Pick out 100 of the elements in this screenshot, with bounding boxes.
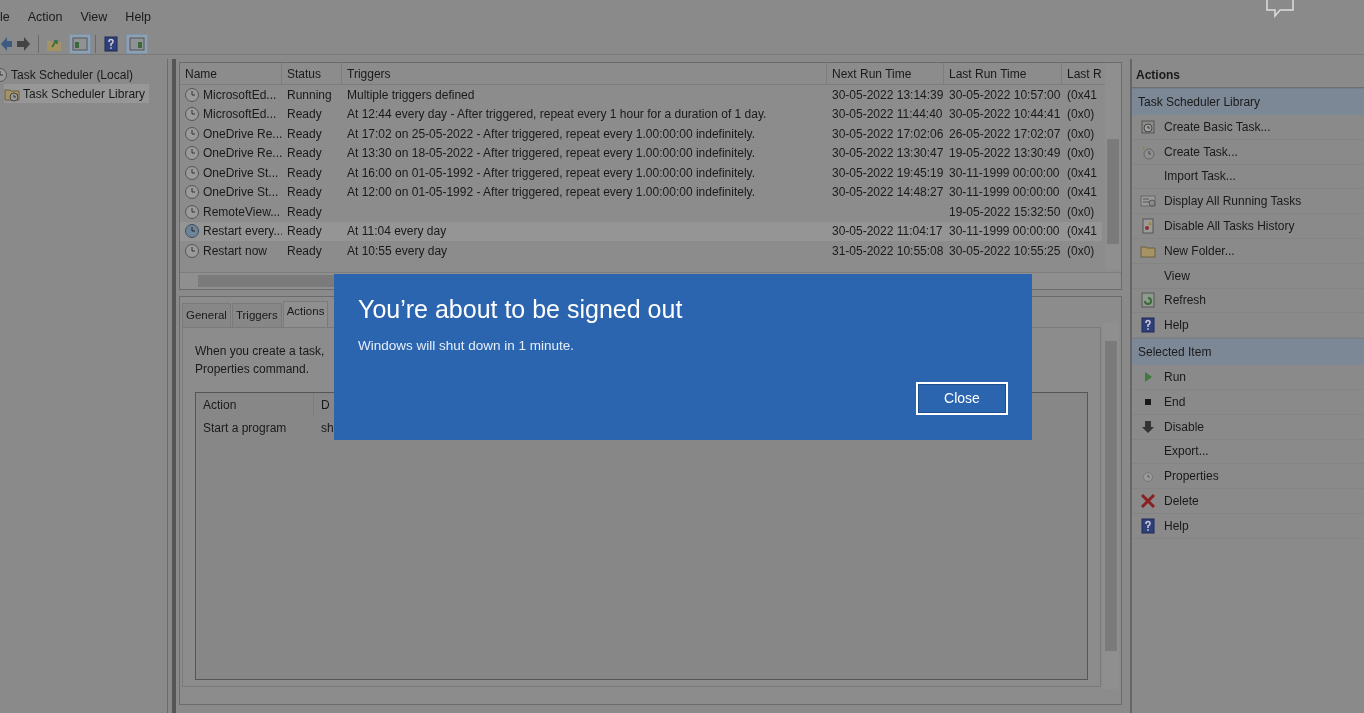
- dialog-message: Windows will shut down in 1 minute.: [358, 336, 576, 355]
- table-cell-text: 30-05-2022 14:48:27: [832, 184, 944, 202]
- dialog-title: You’re about to be signed out: [358, 296, 684, 324]
- table-cell-text: 31-05-2022 10:55:08: [832, 242, 944, 260]
- column-header[interactable]: Action: [196, 393, 314, 418]
- table-cell-text: Ready: [287, 242, 322, 260]
- action-item[interactable]: Properties: [1164, 467, 1219, 486]
- speech-bubble-icon[interactable]: [1265, 0, 1295, 18]
- action-item[interactable]: Disable: [1164, 417, 1205, 436]
- action-item[interactable]: Delete: [1164, 492, 1199, 511]
- action-item[interactable]: Export...: [1164, 442, 1209, 461]
- table-cell-text: (0x0): [1067, 203, 1095, 221]
- description-text: When you create a task,: [195, 343, 325, 361]
- clock-icon: [184, 164, 200, 181]
- table-cell-text: 30-05-2022 10:44:41: [949, 106, 1061, 124]
- clock-star-icon: [1140, 143, 1156, 160]
- help-icon: [1140, 317, 1156, 334]
- table-cell-text: Ready: [287, 184, 322, 202]
- action-item[interactable]: Display All Running Tasks: [1164, 192, 1302, 211]
- table-cell-text: (0x41: [1067, 223, 1098, 241]
- column-header[interactable]: Status: [282, 63, 342, 84]
- description-text: Properties command.: [195, 361, 310, 379]
- section-header[interactable]: Selected Item: [1132, 338, 1364, 366]
- table-cell-text: 30-11-1999 00:00:00: [949, 223, 1060, 241]
- table-row[interactable]: Restart every... Ready At 11:04 every day 30-05-2022 11:04:17 30-11-1999 00:00:00 (0x41: [180, 221, 1102, 241]
- action-item[interactable]: Create Basic Task...: [1164, 117, 1271, 136]
- table-cell-text: At 12:44 every day - After triggered, repeat every 1 hour for a duration of 1 day.: [347, 106, 767, 124]
- table-cell-text: 30-05-2022 13:30:47: [832, 145, 944, 163]
- action-item[interactable]: View: [1164, 266, 1190, 285]
- back-arrow-icon[interactable]: [0, 35, 12, 52]
- table-cell-text: At 17:02 on 25-05-2022 - After triggered, repeat every 1.00:00:00 indefinitely.: [347, 125, 756, 143]
- table-cell-text: Running: [287, 86, 332, 104]
- tab[interactable]: General: [182, 303, 231, 328]
- table-cell-text: 30-11-1999 00:00:00: [949, 164, 1060, 182]
- tab[interactable]: Actions: [282, 301, 329, 328]
- refresh-icon: [1140, 292, 1156, 309]
- clock-icon: [184, 106, 200, 123]
- clock-icon: [184, 145, 200, 162]
- table-cell-text: 30-05-2022 10:57:00: [949, 86, 1061, 104]
- action-item[interactable]: New Folder...: [1164, 241, 1235, 260]
- table-cell-text: 30-05-2022 11:04:17: [832, 223, 943, 241]
- forward-arrow-icon[interactable]: [15, 35, 31, 52]
- table-cell-text: (0x0): [1067, 145, 1095, 163]
- task-list-icon: [1140, 193, 1156, 210]
- down-arrow-icon: [1140, 418, 1156, 435]
- table-cell-text: 30-05-2022 19:45:19: [832, 164, 944, 182]
- column-header[interactable]: Name: [180, 63, 282, 84]
- clock-icon: [184, 203, 200, 220]
- table-cell-text: Ready: [287, 203, 322, 221]
- table-cell-text: Start a program: [203, 420, 287, 438]
- column-header[interactable]: Next Run Time: [827, 63, 944, 84]
- menu-item[interactable]: Action: [27, 8, 63, 33]
- section-header[interactable]: Task Scheduler Library: [1132, 88, 1364, 115]
- action-item[interactable]: Disable All Tasks History: [1164, 217, 1295, 236]
- table-cell-text: Restart now: [203, 242, 268, 260]
- table-cell-text: 30-05-2022 17:02:06: [832, 125, 944, 143]
- menu-item[interactable]: View: [80, 8, 108, 33]
- table-cell-text: At 13:30 on 18-05-2022 - After triggered, repeat every 1.00:00:00 indefinitely.: [347, 145, 756, 163]
- table-cell-text: OneDrive St...: [203, 184, 279, 202]
- table-cell-text: Restart every...: [203, 223, 282, 241]
- table-cell-text: 19-05-2022 15:32:50: [949, 203, 1061, 221]
- table-cell-text: Ready: [287, 164, 322, 182]
- table-cell-text: OneDrive Re...: [203, 145, 282, 163]
- calendar-clock-icon: [1140, 118, 1156, 135]
- help-icon[interactable]: [103, 35, 119, 52]
- pane-icon[interactable]: [129, 35, 145, 52]
- table-cell-text: At 10:55 every day: [347, 242, 448, 260]
- clock-icon: [184, 125, 200, 142]
- table-cell-text: RemoteView...: [203, 203, 281, 221]
- table-cell-text: (0x41: [1067, 164, 1098, 182]
- table-cell-text: (0x41: [1067, 184, 1098, 202]
- history-log-icon: [1140, 218, 1156, 235]
- action-item[interactable]: End: [1164, 392, 1186, 411]
- table-cell-text: OneDrive St...: [203, 164, 279, 182]
- action-item[interactable]: Refresh: [1164, 291, 1207, 310]
- clock-icon: [184, 223, 200, 240]
- action-item[interactable]: Import Task...: [1164, 167, 1236, 186]
- table-cell-text: 30-05-2022 11:44:40: [832, 106, 943, 124]
- column-header[interactable]: Triggers: [342, 63, 827, 84]
- delete-icon: [1140, 493, 1156, 510]
- close-button[interactable]: Close: [916, 382, 1008, 415]
- tree-item[interactable]: Task Scheduler (Local): [11, 65, 134, 84]
- menu-item[interactable]: Help: [125, 8, 152, 33]
- menu-item[interactable]: le: [0, 8, 10, 33]
- table-cell-text: 30-11-1999 00:00:00: [949, 184, 1060, 202]
- pane-icon[interactable]: [72, 35, 88, 52]
- column-header[interactable]: Last Run Time: [944, 63, 1062, 84]
- tab[interactable]: Triggers: [231, 303, 282, 328]
- clock-icon: [184, 242, 200, 259]
- table-cell-text: MicrosoftEd...: [203, 86, 277, 104]
- clock-icon: [184, 184, 200, 201]
- action-item[interactable]: Help: [1164, 316, 1189, 335]
- action-item[interactable]: Help: [1164, 516, 1189, 535]
- table-cell-text: 30-05-2022 10:55:25: [949, 242, 1061, 260]
- action-item[interactable]: Create Task...: [1164, 142, 1238, 161]
- action-item[interactable]: Run: [1164, 368, 1186, 387]
- table-cell-text: Ready: [287, 145, 322, 163]
- table-cell-text: 19-05-2022 13:30:49: [949, 145, 1061, 163]
- table-cell-text: At 16:00 on 01-05-1992 - After triggered, repeat every 1.00:00:00 indefinitely.: [347, 164, 756, 182]
- column-header[interactable]: Last R: [1062, 63, 1102, 84]
